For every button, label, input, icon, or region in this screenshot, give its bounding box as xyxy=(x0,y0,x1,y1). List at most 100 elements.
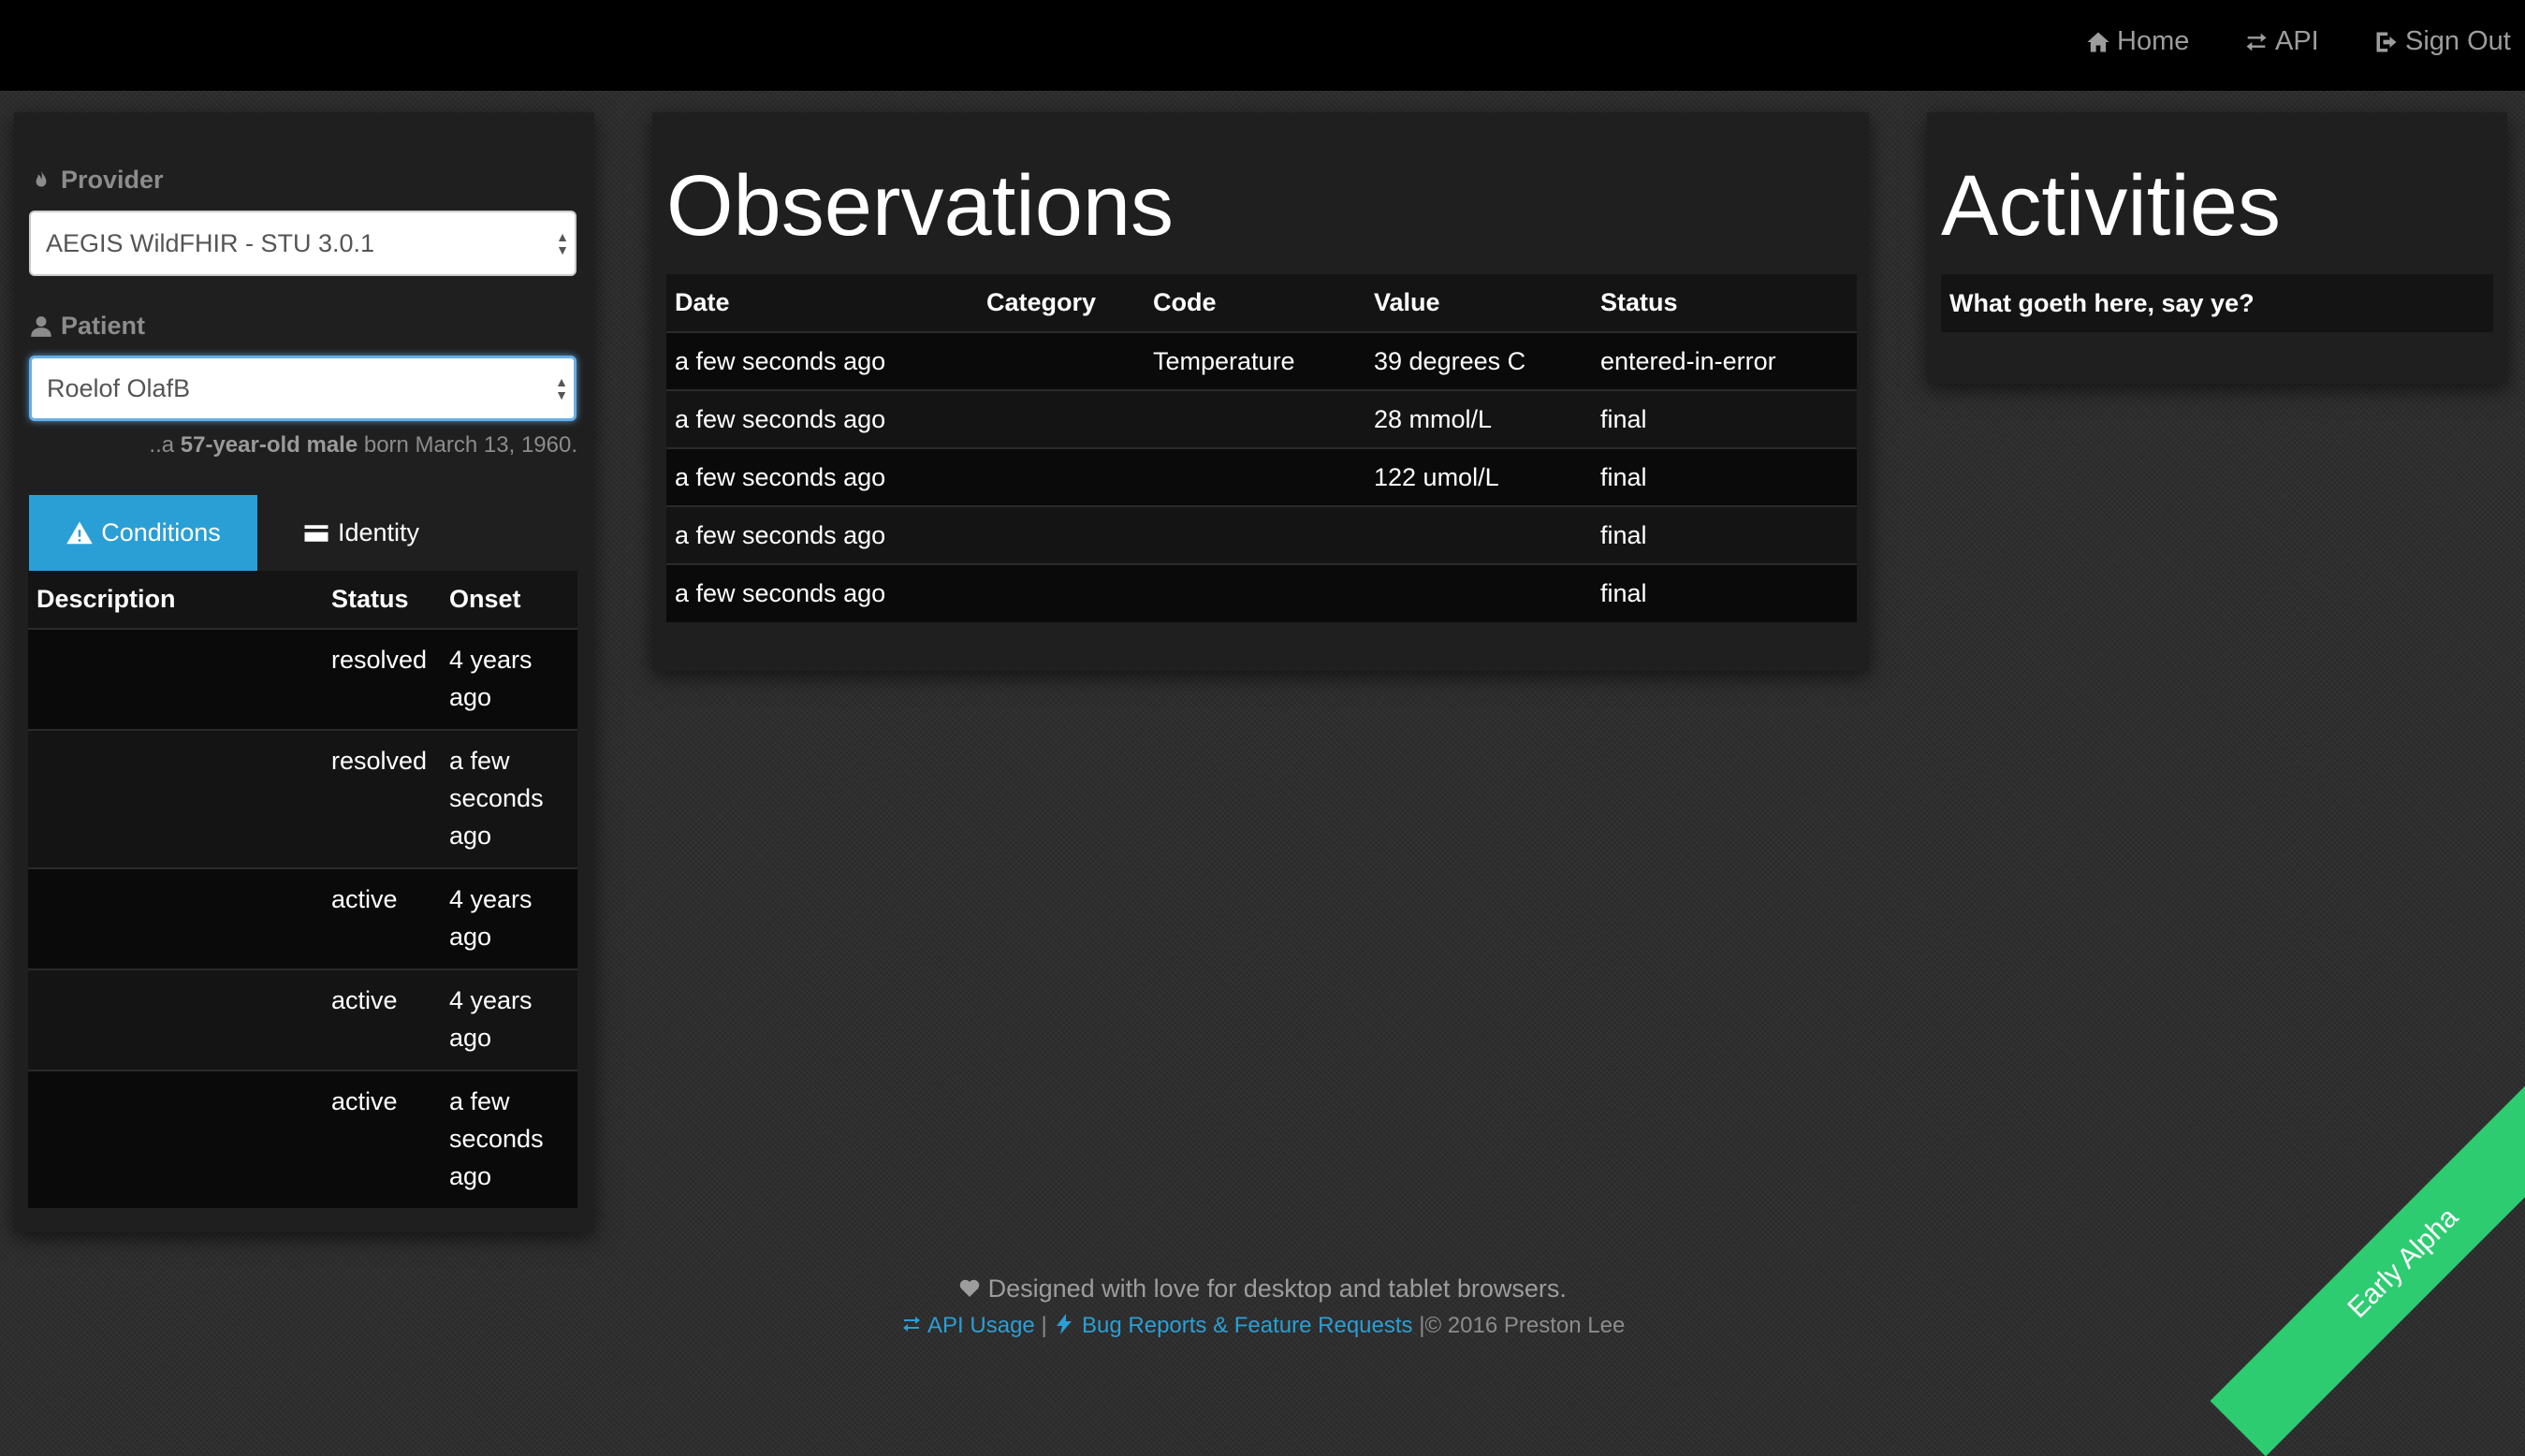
activities-table: What goeth here, say ye? xyxy=(1941,274,2493,332)
column-header-value: Value xyxy=(1374,288,1440,316)
condition-onset: 4 years ago xyxy=(441,867,577,969)
observation-code xyxy=(1145,447,1365,506)
condition-status: active xyxy=(323,968,441,1070)
nav-home-link[interactable]: Home xyxy=(2085,26,2189,57)
observation-code xyxy=(1145,389,1365,448)
observations-panel: Observations Date Category Code Value St… xyxy=(652,112,1869,671)
sign-out-icon xyxy=(2376,32,2397,51)
table-row: a few seconds ago final xyxy=(666,505,1857,564)
api-usage-label: API Usage xyxy=(927,1313,1035,1338)
observation-status: final xyxy=(1592,505,1857,564)
observation-value xyxy=(1365,505,1592,564)
condition-onset: a few seconds ago xyxy=(441,729,577,868)
heart-icon xyxy=(959,1279,980,1297)
table-row: a few seconds ago Temperature 39 degrees… xyxy=(666,331,1857,390)
observation-date: a few seconds ago xyxy=(666,331,978,390)
observations-title: Observations xyxy=(666,158,1175,254)
column-header-code: Code xyxy=(1153,288,1217,316)
condition-onset: a few seconds ago xyxy=(441,1070,577,1208)
column-header-description: Description xyxy=(36,585,176,613)
patient-summary: ..a 57-year-old male born March 13, 1960… xyxy=(149,432,577,459)
patient-select[interactable]: Roelof OlafB ▲ ▼ xyxy=(29,356,577,421)
table-row: a few seconds ago final xyxy=(666,563,1857,622)
table-row: resolved a few seconds ago xyxy=(28,729,577,868)
observation-value: 122 umol/L xyxy=(1365,447,1592,506)
observation-value: 39 degrees C xyxy=(1365,331,1592,390)
footer-copyright: |© 2016 Preston Lee xyxy=(1419,1313,1626,1338)
footer-tagline-text: Designed with love for desktop and table… xyxy=(987,1274,1567,1303)
patient-age-sex: 57-year-old male xyxy=(180,432,358,458)
nav-home-label: Home xyxy=(2117,26,2190,56)
conditions-header-row: Description Status Onset xyxy=(28,571,577,629)
column-header-onset: Onset xyxy=(449,585,521,613)
observation-date: a few seconds ago xyxy=(666,389,978,448)
provider-select[interactable]: AEGIS WildFHIR - STU 3.0.1 ▲ ▼ xyxy=(29,211,577,276)
observation-category xyxy=(978,331,1145,390)
provider-select-value: AEGIS WildFHIR - STU 3.0.1 xyxy=(46,228,375,257)
api-usage-link[interactable]: API Usage xyxy=(900,1313,1035,1338)
footer-tagline: Designed with love for desktop and table… xyxy=(0,1274,2525,1303)
home-icon xyxy=(2087,32,2109,51)
column-header-status: Status xyxy=(331,585,409,613)
patient-select-value: Roelof OlafB xyxy=(47,373,191,402)
tab-conditions[interactable]: Conditions xyxy=(29,495,257,571)
observation-value xyxy=(1365,563,1592,622)
observation-status: final xyxy=(1592,563,1857,622)
fire-icon xyxy=(36,169,47,186)
user-icon xyxy=(31,315,51,337)
condition-onset: 4 years ago xyxy=(441,628,577,730)
footer-separator: | xyxy=(1041,1313,1047,1338)
top-navbar: Home API Sign Out xyxy=(0,0,2525,91)
nav-sign-out-label: Sign Out xyxy=(2405,26,2511,56)
observations-table: Date Category Code Value Status a few se… xyxy=(666,274,1857,622)
patient-birth-date: born March 13, 1960. xyxy=(358,432,577,458)
observation-category xyxy=(978,505,1145,564)
activities-panel: Activities What goeth here, say ye? xyxy=(1927,112,2507,384)
column-header-date: Date xyxy=(675,288,730,316)
observation-code: Temperature xyxy=(1145,331,1365,390)
provider-label-row: Provider xyxy=(29,166,164,195)
condition-status: resolved xyxy=(323,628,441,730)
swap-arrows-icon xyxy=(2246,33,2267,51)
column-header-category: Category xyxy=(986,288,1097,316)
lightning-icon xyxy=(1057,1314,1073,1334)
select-arrows-icon: ▲ ▼ xyxy=(555,374,568,402)
observation-category xyxy=(978,447,1145,506)
condition-description xyxy=(28,628,323,730)
early-alpha-ribbon: Early Alpha xyxy=(2210,1070,2525,1456)
table-row: active 4 years ago xyxy=(28,867,577,969)
table-row: active a few seconds ago xyxy=(28,1070,577,1208)
id-card-icon xyxy=(304,524,328,542)
observation-value: 28 mmol/L xyxy=(1365,389,1592,448)
nav-api-link[interactable]: API xyxy=(2243,26,2319,57)
swap-arrows-icon xyxy=(902,1317,920,1332)
observation-status: final xyxy=(1592,389,1857,448)
tab-identity-label: Identity xyxy=(338,518,420,546)
nav-api-label: API xyxy=(2275,26,2319,56)
observation-code xyxy=(1145,563,1365,622)
conditions-table: Description Status Onset resolved 4 year… xyxy=(28,571,577,1208)
condition-description xyxy=(28,1070,323,1208)
select-arrows-icon: ▲ ▼ xyxy=(556,229,569,257)
condition-description xyxy=(28,867,323,969)
column-header-status: Status xyxy=(1600,288,1678,316)
activities-title: Activities xyxy=(1941,158,2281,254)
observation-category xyxy=(978,389,1145,448)
nav-sign-out-link[interactable]: Sign Out xyxy=(2373,26,2511,57)
activities-column-header: What goeth here, say ye? xyxy=(1949,288,2255,317)
observation-date: a few seconds ago xyxy=(666,505,978,564)
table-row: a few seconds ago 122 umol/L final xyxy=(666,447,1857,506)
condition-status: active xyxy=(323,867,441,969)
patient-label-row: Patient xyxy=(29,312,145,341)
bug-reports-link[interactable]: Bug Reports & Feature Requests xyxy=(1053,1313,1413,1338)
observation-date: a few seconds ago xyxy=(666,447,978,506)
condition-description xyxy=(28,729,323,868)
activities-header-row: What goeth here, say ye? xyxy=(1941,274,2493,332)
patient-summary-prefix: ..a xyxy=(149,432,181,458)
condition-status: resolved xyxy=(323,729,441,868)
tab-identity[interactable]: Identity xyxy=(276,495,445,571)
condition-status: active xyxy=(323,1070,441,1208)
table-row: a few seconds ago 28 mmol/L final xyxy=(666,389,1857,448)
footer-links: API Usage | Bug Reports & Feature Reques… xyxy=(0,1313,2525,1339)
observation-status: entered-in-error xyxy=(1592,331,1857,390)
